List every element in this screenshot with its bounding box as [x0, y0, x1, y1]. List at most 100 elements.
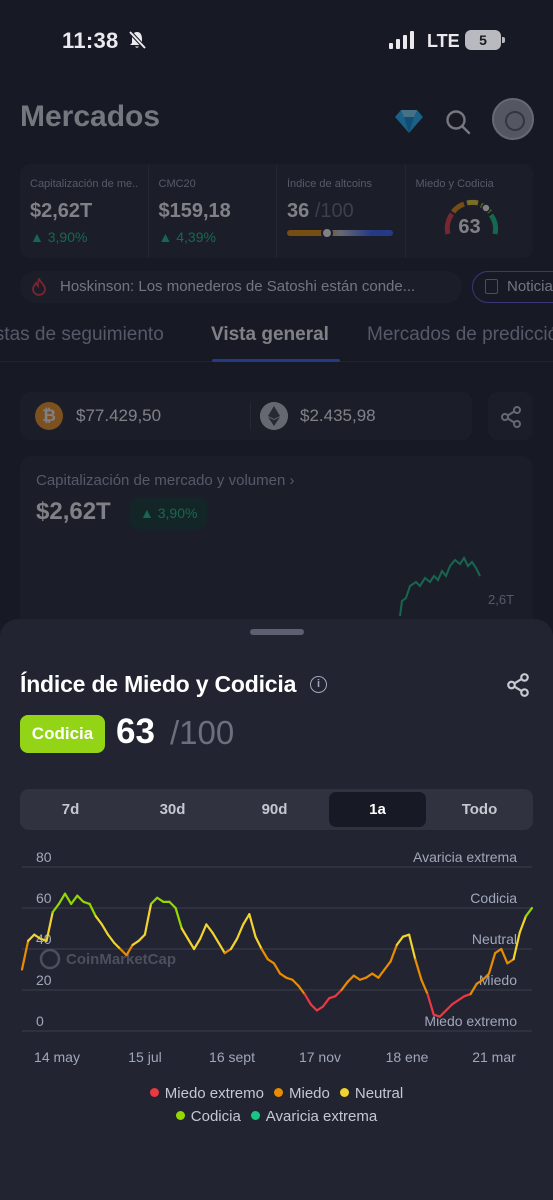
- altcoin-value: 36: [287, 200, 310, 222]
- line-segment: [278, 972, 288, 979]
- line-segment: [371, 972, 380, 979]
- network-type: LTE: [427, 31, 460, 51]
- line-segment: [131, 939, 140, 947]
- avatar[interactable]: [492, 98, 534, 140]
- line-segment: [254, 935, 263, 951]
- x-tick-label: 16 sept: [209, 1049, 255, 1065]
- market-cap-change: ▲ 3,90%: [130, 497, 208, 529]
- tab-prediction-markets[interactable]: Mercados de predicción: [367, 324, 553, 346]
- y-tick-label: 80: [36, 849, 52, 865]
- line-segment: [260, 947, 269, 961]
- line-segment: [340, 980, 349, 992]
- news-button[interactable]: Noticias: [472, 271, 553, 303]
- tab-watchlists[interactable]: Listas de seguimiento: [0, 324, 164, 346]
- legend-swatch: [339, 1088, 349, 1097]
- share-icon[interactable]: [505, 672, 531, 698]
- line-segment: [524, 906, 534, 918]
- fear-greed-value: 63: [458, 216, 481, 238]
- line-segment: [506, 958, 515, 965]
- line-segment: [149, 896, 159, 906]
- eth-price: $2.435,98: [300, 406, 376, 425]
- tab-overview[interactable]: Vista general: [211, 324, 329, 346]
- line-segment: [451, 999, 460, 1006]
- x-tick-label: 15 jul: [128, 1049, 161, 1065]
- line-segment: [217, 941, 226, 955]
- x-tick-label: 14 may: [34, 1049, 80, 1065]
- chart-legend: Miedo extremo Miedo Neutral Codicia Avaricia…: [0, 1085, 553, 1125]
- stat-change: ▲ 3,90%: [30, 229, 88, 245]
- market-cap-value: $2,62T: [36, 498, 111, 525]
- fear-greed-sheet: Índice de Miedo y Codicia i Codicia 63 /…: [0, 619, 553, 1200]
- legend-label: Miedo: [289, 1085, 330, 1102]
- line-segment: [223, 947, 233, 955]
- line-segment: [76, 894, 85, 903]
- line-segment: [174, 906, 183, 930]
- line-segment: [383, 960, 392, 971]
- range-1y[interactable]: 1a: [329, 792, 426, 827]
- market-cap-sparkline: [399, 556, 481, 616]
- line-segment: [518, 915, 527, 934]
- stat-market-cap[interactable]: Capitalización de me... $2,62T ▲ 3,90%: [20, 164, 149, 258]
- btc-price: $77.429,50: [76, 406, 162, 425]
- line-segment: [315, 1005, 325, 1012]
- diamond-icon[interactable]: [394, 108, 424, 134]
- range-30d[interactable]: 30d: [124, 792, 221, 827]
- line-segment: [70, 894, 79, 906]
- altcoin-bar: [287, 230, 393, 236]
- line-segment: [186, 937, 196, 951]
- x-tick-label: 17 nov: [299, 1049, 341, 1065]
- market-cap-axis-label: 2,6T: [488, 592, 515, 607]
- share-button[interactable]: [488, 392, 533, 440]
- info-icon[interactable]: i: [310, 676, 327, 693]
- line-segment: [137, 933, 146, 942]
- stat-change: ▲ 4,39%: [158, 229, 216, 245]
- sheet-title: Índice de Miedo y Codicia: [20, 671, 297, 697]
- stat-change-value: 3,90%: [47, 229, 88, 245]
- line-segment: [346, 974, 355, 983]
- watermark-logo-icon: [39, 948, 61, 970]
- y-tick-label: 20: [36, 972, 52, 988]
- legend-label: Miedo extremo: [164, 1085, 264, 1102]
- legend-item: Miedo: [274, 1085, 330, 1102]
- chart-watermark: CoinMarketCap: [66, 951, 176, 968]
- newspaper-icon: [485, 279, 498, 294]
- legend-swatch: [250, 1111, 260, 1120]
- line-segment: [469, 982, 478, 996]
- status-bar: 11:38 LTE 5: [0, 0, 553, 80]
- search-icon[interactable]: [445, 109, 471, 135]
- divider: [250, 402, 251, 430]
- range-90d[interactable]: 90d: [226, 792, 323, 827]
- news-headline[interactable]: Hoskinson: Los monederos de Satoshi está…: [20, 271, 462, 303]
- line-segment: [395, 935, 405, 947]
- line-segment: [156, 896, 165, 903]
- stat-label: CMC20: [158, 178, 196, 190]
- range-all[interactable]: Todo: [431, 792, 528, 827]
- signal-icon: [389, 31, 414, 49]
- markets-tabs: Listas de seguimiento Vista general Merc…: [0, 318, 553, 362]
- crypto-prices[interactable]: ₿ $77.429,50 $2.435,98: [20, 392, 472, 440]
- line-segment: [27, 933, 36, 942]
- line-segment: [266, 958, 276, 965]
- line-segment: [143, 902, 153, 936]
- stat-altcoin-index[interactable]: Índice de altcoins 36 /100: [277, 164, 406, 258]
- line-segment: [57, 892, 67, 906]
- legend-swatch: [274, 1088, 283, 1097]
- x-tick-label: 21 mar: [472, 1049, 516, 1065]
- stat-cmc20[interactable]: CMC20 $159,18 ▲ 4,39%: [149, 164, 277, 258]
- altcoin-indicator: [321, 227, 333, 239]
- stat-label: Capitalización de me...: [30, 178, 138, 190]
- line-segment: [192, 937, 202, 951]
- stat-value: 36 /100: [287, 200, 395, 223]
- fear-greed-chart: 80Avaricia extrema60Codicia40Neutral20Mi…: [20, 849, 534, 1065]
- line-segment: [63, 892, 73, 906]
- legend-label: Avaricia extrema: [265, 1108, 378, 1125]
- stat-fear-greed[interactable]: Miedo y Codicia 63: [406, 164, 534, 258]
- line-segment: [377, 968, 386, 979]
- sheet-grabber[interactable]: [250, 629, 304, 635]
- line-segment: [389, 943, 398, 963]
- stat-value: $159,18: [158, 200, 231, 222]
- line-segment: [303, 993, 312, 1006]
- range-7d[interactable]: 7d: [22, 792, 119, 827]
- line-segment: [291, 978, 300, 987]
- line-segment: [457, 995, 466, 1002]
